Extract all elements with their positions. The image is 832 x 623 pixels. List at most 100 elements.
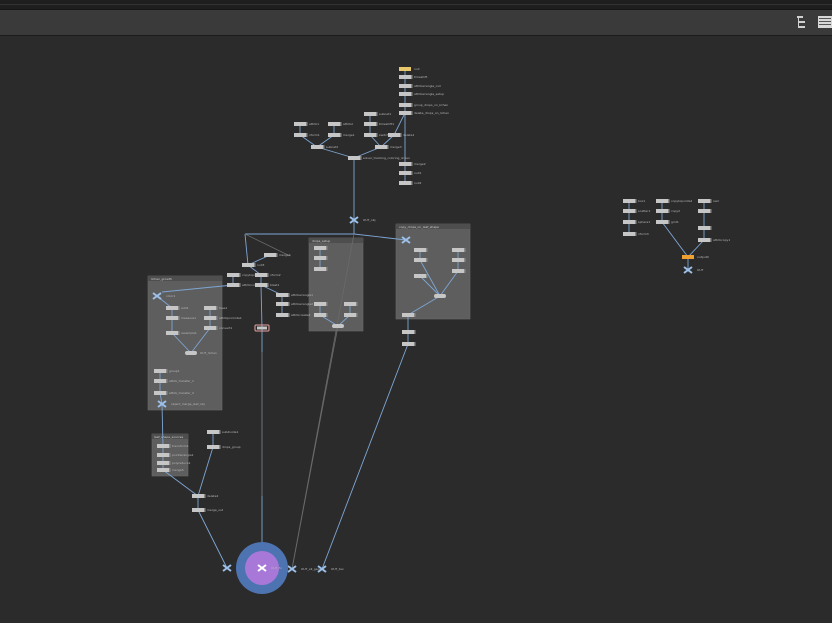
node-label: OUT_tex xyxy=(331,567,344,571)
node-n-m1[interactable]: subdivide1 xyxy=(207,430,238,434)
node-n-d4[interactable]: xform2 xyxy=(255,273,281,277)
node-inner-13[interactable] xyxy=(452,269,466,273)
node-inner-17[interactable] xyxy=(402,330,416,334)
node-inner-4[interactable] xyxy=(344,302,358,306)
node-n-r9[interactable]: attribcopy1 xyxy=(698,238,730,242)
node-inner-11[interactable] xyxy=(452,248,466,252)
node-n-m4[interactable]: merge_out xyxy=(192,508,224,512)
node-n-top-3[interactable]: attribwrangle_cull xyxy=(399,84,441,88)
node-n-r7[interactable]: grid1 xyxy=(656,220,679,224)
node-inner-14[interactable] xyxy=(414,274,428,278)
node-label: add1 xyxy=(181,306,189,310)
node-inner-21[interactable] xyxy=(698,226,712,230)
node-n-s4[interactable]: polyreduce1 xyxy=(157,461,191,465)
node-inner-7[interactable] xyxy=(332,324,344,328)
node-n-a11[interactable]: solver_tracking_coloring_lichen xyxy=(348,156,410,160)
node-n-s5[interactable]: merge5 xyxy=(157,468,184,472)
node-label: OUT_all_geo xyxy=(301,567,320,571)
node-n-r3[interactable]: sphere1 xyxy=(623,220,650,224)
node-n-a10[interactable]: merge3 xyxy=(375,145,402,149)
node-label: rest xyxy=(713,199,720,203)
node-inner-20[interactable] xyxy=(698,209,712,213)
node-inner-3[interactable] xyxy=(314,302,328,306)
node-n-a4[interactable]: merge1 xyxy=(328,133,355,137)
node-n-d2[interactable]: null3 xyxy=(242,263,264,267)
node-n-top-2[interactable]: timeshift xyxy=(399,75,428,79)
node-label: attrib_transfer_1 xyxy=(169,379,194,383)
node-n-b2[interactable]: null1 xyxy=(399,171,421,175)
node-n-r4[interactable]: xform3 xyxy=(623,232,649,236)
node-inner-0[interactable] xyxy=(314,246,328,250)
node-inner-5[interactable] xyxy=(314,313,328,317)
node-n-d7[interactable]: attribwrangle1 xyxy=(276,293,313,297)
node-inner-1[interactable] xyxy=(314,256,328,260)
node-n-d6[interactable]: blast1 xyxy=(255,283,279,287)
node-n-a5[interactable]: subnet1 xyxy=(364,112,391,116)
node-n-l7[interactable]: resample1 xyxy=(166,331,197,335)
node-n-top-null[interactable]: null xyxy=(399,67,420,71)
node-n-s3[interactable]: pointwrangle1 xyxy=(157,453,194,457)
node-n-g1[interactable]: attrib_transfer_1 xyxy=(154,379,194,383)
node-label: box1 xyxy=(638,199,645,203)
node-n-o3[interactable]: OUT_tex xyxy=(317,565,344,573)
tree-view-icon[interactable] xyxy=(794,14,810,30)
node-inner-18[interactable] xyxy=(402,342,416,346)
node-n-r8[interactable]: rest xyxy=(698,199,720,203)
node-inner-6[interactable] xyxy=(344,313,358,317)
node-inner-16[interactable] xyxy=(402,313,416,317)
node-n-m3[interactable]: delete2 xyxy=(192,494,218,498)
node-n-d8[interactable]: attribwrangle2 xyxy=(276,302,313,306)
node-n-d1[interactable]: merge4 xyxy=(264,253,291,257)
node-inner-9[interactable] xyxy=(414,248,428,252)
node-n-b3[interactable]: null2 xyxy=(399,181,421,185)
network-box-mid[interactable]: drops_setup xyxy=(308,237,364,332)
node-label: output0 xyxy=(697,255,709,259)
node-n-r5[interactable]: copytopoints2 xyxy=(656,199,692,203)
node-n-d9[interactable]: attribcreate1 xyxy=(276,313,311,317)
node-inner-2[interactable] xyxy=(314,267,328,271)
node-n-a3[interactable]: attrib2 xyxy=(328,122,353,126)
network-box-lichen[interactable]: lichen_growth xyxy=(147,275,223,411)
node-label: scatter1 xyxy=(638,209,650,213)
node-n-a7[interactable]: switch1 xyxy=(364,133,391,137)
node-label: attribwrangle_cull xyxy=(414,84,441,88)
node-inner-15[interactable] xyxy=(434,294,446,298)
node-n-b1[interactable]: merge2 xyxy=(399,162,426,166)
node-n-top-5[interactable]: group_drops_on_lichen xyxy=(399,103,448,107)
node-n-l5[interactable]: attribpromote1 xyxy=(204,316,242,320)
node-label: attribwrangle1 xyxy=(291,293,313,297)
node-n-a9[interactable]: subnet2 xyxy=(311,145,338,149)
node-n-top-4[interactable]: attribwrangle_setup xyxy=(399,92,444,96)
node-n-s2[interactable]: transform1 xyxy=(157,444,189,448)
network-box-small-title: leaf_shape_sources xyxy=(154,435,184,439)
node-n-r11[interactable]: OUT xyxy=(683,266,704,274)
node-n-l3[interactable]: measure1 xyxy=(166,316,196,320)
node-n-r2[interactable]: scatter1 xyxy=(623,209,650,213)
node-n-r6[interactable]: copy2 xyxy=(656,209,680,213)
node-n-a8[interactable]: delete1 xyxy=(388,133,414,137)
node-n-r1[interactable]: box1 xyxy=(623,199,645,203)
network-box-lichen-title: lichen_growth xyxy=(151,277,172,281)
list-view-icon[interactable] xyxy=(817,14,832,30)
network-canvas[interactable]: lichen_growth drops_setup copy_drops_on_… xyxy=(0,36,832,623)
node-n-m2[interactable]: drops_group xyxy=(207,445,241,449)
node-n-l2[interactable]: add1 xyxy=(166,306,189,310)
node-n-l8[interactable]: OUT_lichen xyxy=(185,351,217,355)
node-inner-10[interactable] xyxy=(414,258,428,262)
node-label: drops_group xyxy=(222,445,241,449)
node-n-l9[interactable]: group1 xyxy=(154,369,180,373)
node-label: sphere1 xyxy=(638,220,650,224)
node-n-l4[interactable]: fuse1 xyxy=(204,306,227,310)
node-n-a6[interactable]: timeshift1 xyxy=(364,122,394,126)
node-n-top-6[interactable]: delete_drops_on_lichen xyxy=(399,111,449,115)
node-n-l6[interactable]: convert1 xyxy=(204,326,232,330)
node-inner-12[interactable] xyxy=(452,258,466,262)
node-n-a1[interactable]: attrib1 xyxy=(294,122,319,126)
node-label: attribcreate1 xyxy=(291,313,311,317)
node-n-g2[interactable]: attrib_transfer_2 xyxy=(154,391,194,395)
houdini-network-editor: lichen_growth drops_setup copy_drops_on_… xyxy=(0,0,832,623)
node-label: attrib1 xyxy=(309,122,319,126)
node-label: OUT xyxy=(697,268,704,272)
node-n-a2[interactable]: xform1 xyxy=(294,133,320,137)
node-n-r10[interactable]: output0 xyxy=(682,255,709,259)
